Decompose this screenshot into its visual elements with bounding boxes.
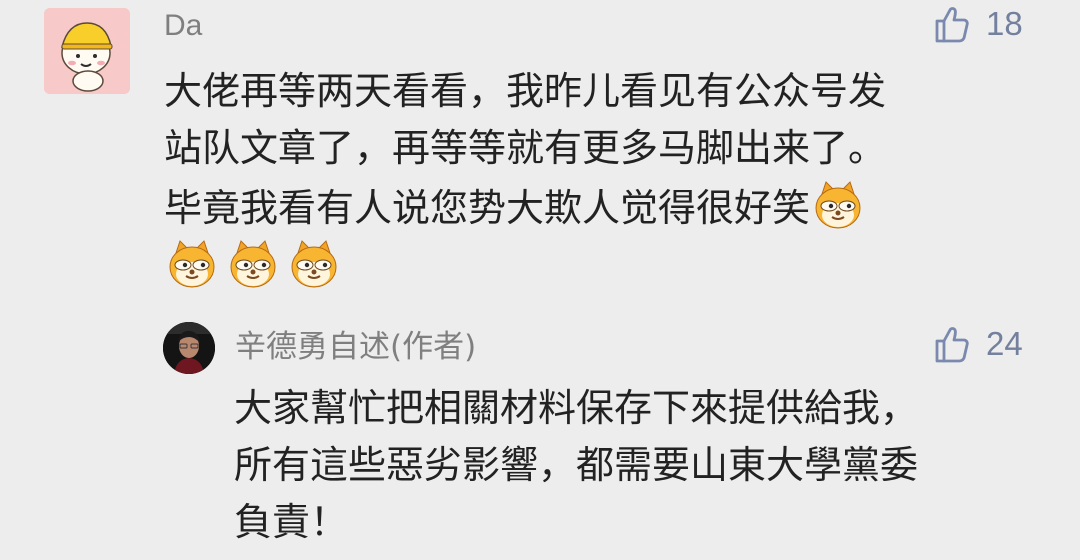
reply-line: 負責！ [234, 500, 349, 544]
thumbs-up-icon [935, 327, 969, 363]
cartoon-avatar-icon [44, 8, 130, 94]
portrait-avatar-icon [163, 322, 215, 374]
comment-line: 毕竟我看有人说您势大欺人觉得很好笑 [164, 177, 994, 237]
reply-like-button[interactable]: 24 [930, 323, 1023, 365]
reply-line: 所有這些惡劣影響，都需要山東大學黨委 [234, 443, 919, 487]
like-count: 18 [986, 5, 1023, 42]
doge-emoji-icon [815, 181, 861, 229]
author-avatar[interactable] [163, 322, 215, 374]
comment-line: 站队文章了，再等等就有更多马脚出来了。 [164, 126, 887, 170]
user-avatar[interactable] [44, 8, 130, 94]
comment-author[interactable]: Da [164, 8, 202, 44]
doge-emoji-icon [169, 240, 215, 288]
comment-line: 大佬再等两天看看，我昨儿看见有公众号发 [164, 69, 887, 113]
doge-emoji-icon [291, 240, 337, 288]
comment: Da 18 大佬再等两天看看，我昨儿看见有公众号发 站队文章了，再等等就有更多马… [0, 0, 1080, 300]
thumbs-up-icon [935, 7, 969, 43]
comment-line-text: 毕竟我看有人说您势大欺人觉得很好笑 [164, 186, 811, 230]
reply-author[interactable]: 辛德勇自述(作者) [235, 327, 476, 367]
comment-text: 大佬再等两天看看，我昨儿看见有公众号发 站队文章了，再等等就有更多马脚出来了。 … [164, 63, 994, 237]
like-button[interactable]: 18 [930, 3, 1023, 45]
doge-emoji-icon [230, 240, 276, 288]
emoji-row [164, 236, 342, 292]
reply-text: 大家幫忙把相關材料保存下來提供給我， 所有這些惡劣影響，都需要山東大學黨委 負責… [234, 380, 1034, 551]
reply-like-count: 24 [986, 325, 1023, 362]
reply-line: 大家幫忙把相關材料保存下來提供給我， [234, 386, 919, 430]
